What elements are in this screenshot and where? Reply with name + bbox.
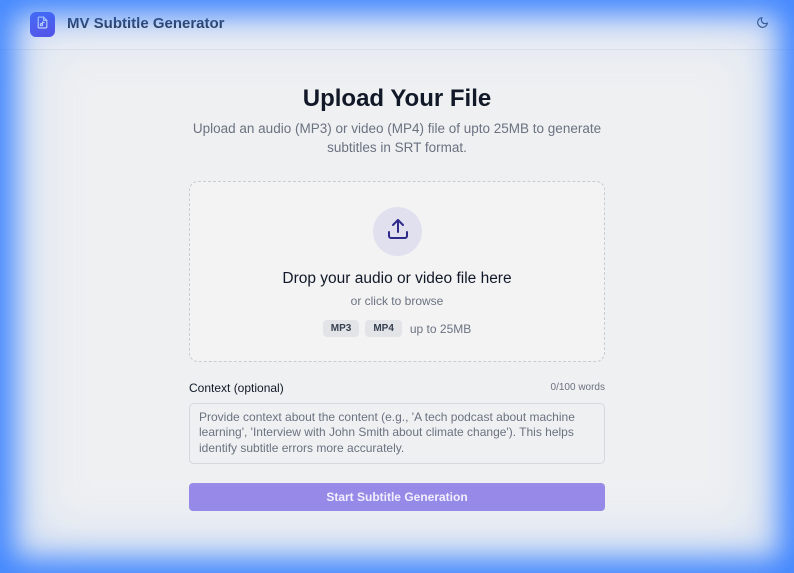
start-generation-button[interactable]: Start Subtitle Generation (189, 483, 605, 511)
app-title: MV Subtitle Generator (67, 15, 225, 32)
upload-icon (386, 217, 410, 246)
format-list: MP3 MP4 up to 25MB (190, 320, 604, 337)
word-count: 0/100 words (550, 382, 605, 393)
context-label: Context (optional) (189, 381, 284, 395)
moon-icon (756, 16, 769, 34)
dropzone-title: Drop your audio or video file here (282, 270, 512, 287)
file-dropzone[interactable]: Drop your audio or video file here or cl… (189, 181, 605, 362)
theme-toggle-button[interactable] (752, 15, 772, 35)
context-textarea[interactable] (189, 403, 605, 464)
format-badge-mp4: MP4 (365, 320, 402, 337)
upload-icon-circle (373, 207, 422, 256)
page-title: Upload Your File (302, 85, 492, 112)
size-limit-note: up to 25MB (409, 321, 472, 336)
dropzone-browse-hint: or click to browse (350, 294, 444, 308)
app-logo (30, 12, 55, 37)
audio-file-icon (36, 16, 49, 34)
app-header: MV Subtitle Generator (0, 0, 794, 50)
page-subtitle: Upload an audio (MP3) or video (MP4) fil… (192, 121, 602, 155)
format-badge-mp3: MP3 (322, 320, 360, 337)
